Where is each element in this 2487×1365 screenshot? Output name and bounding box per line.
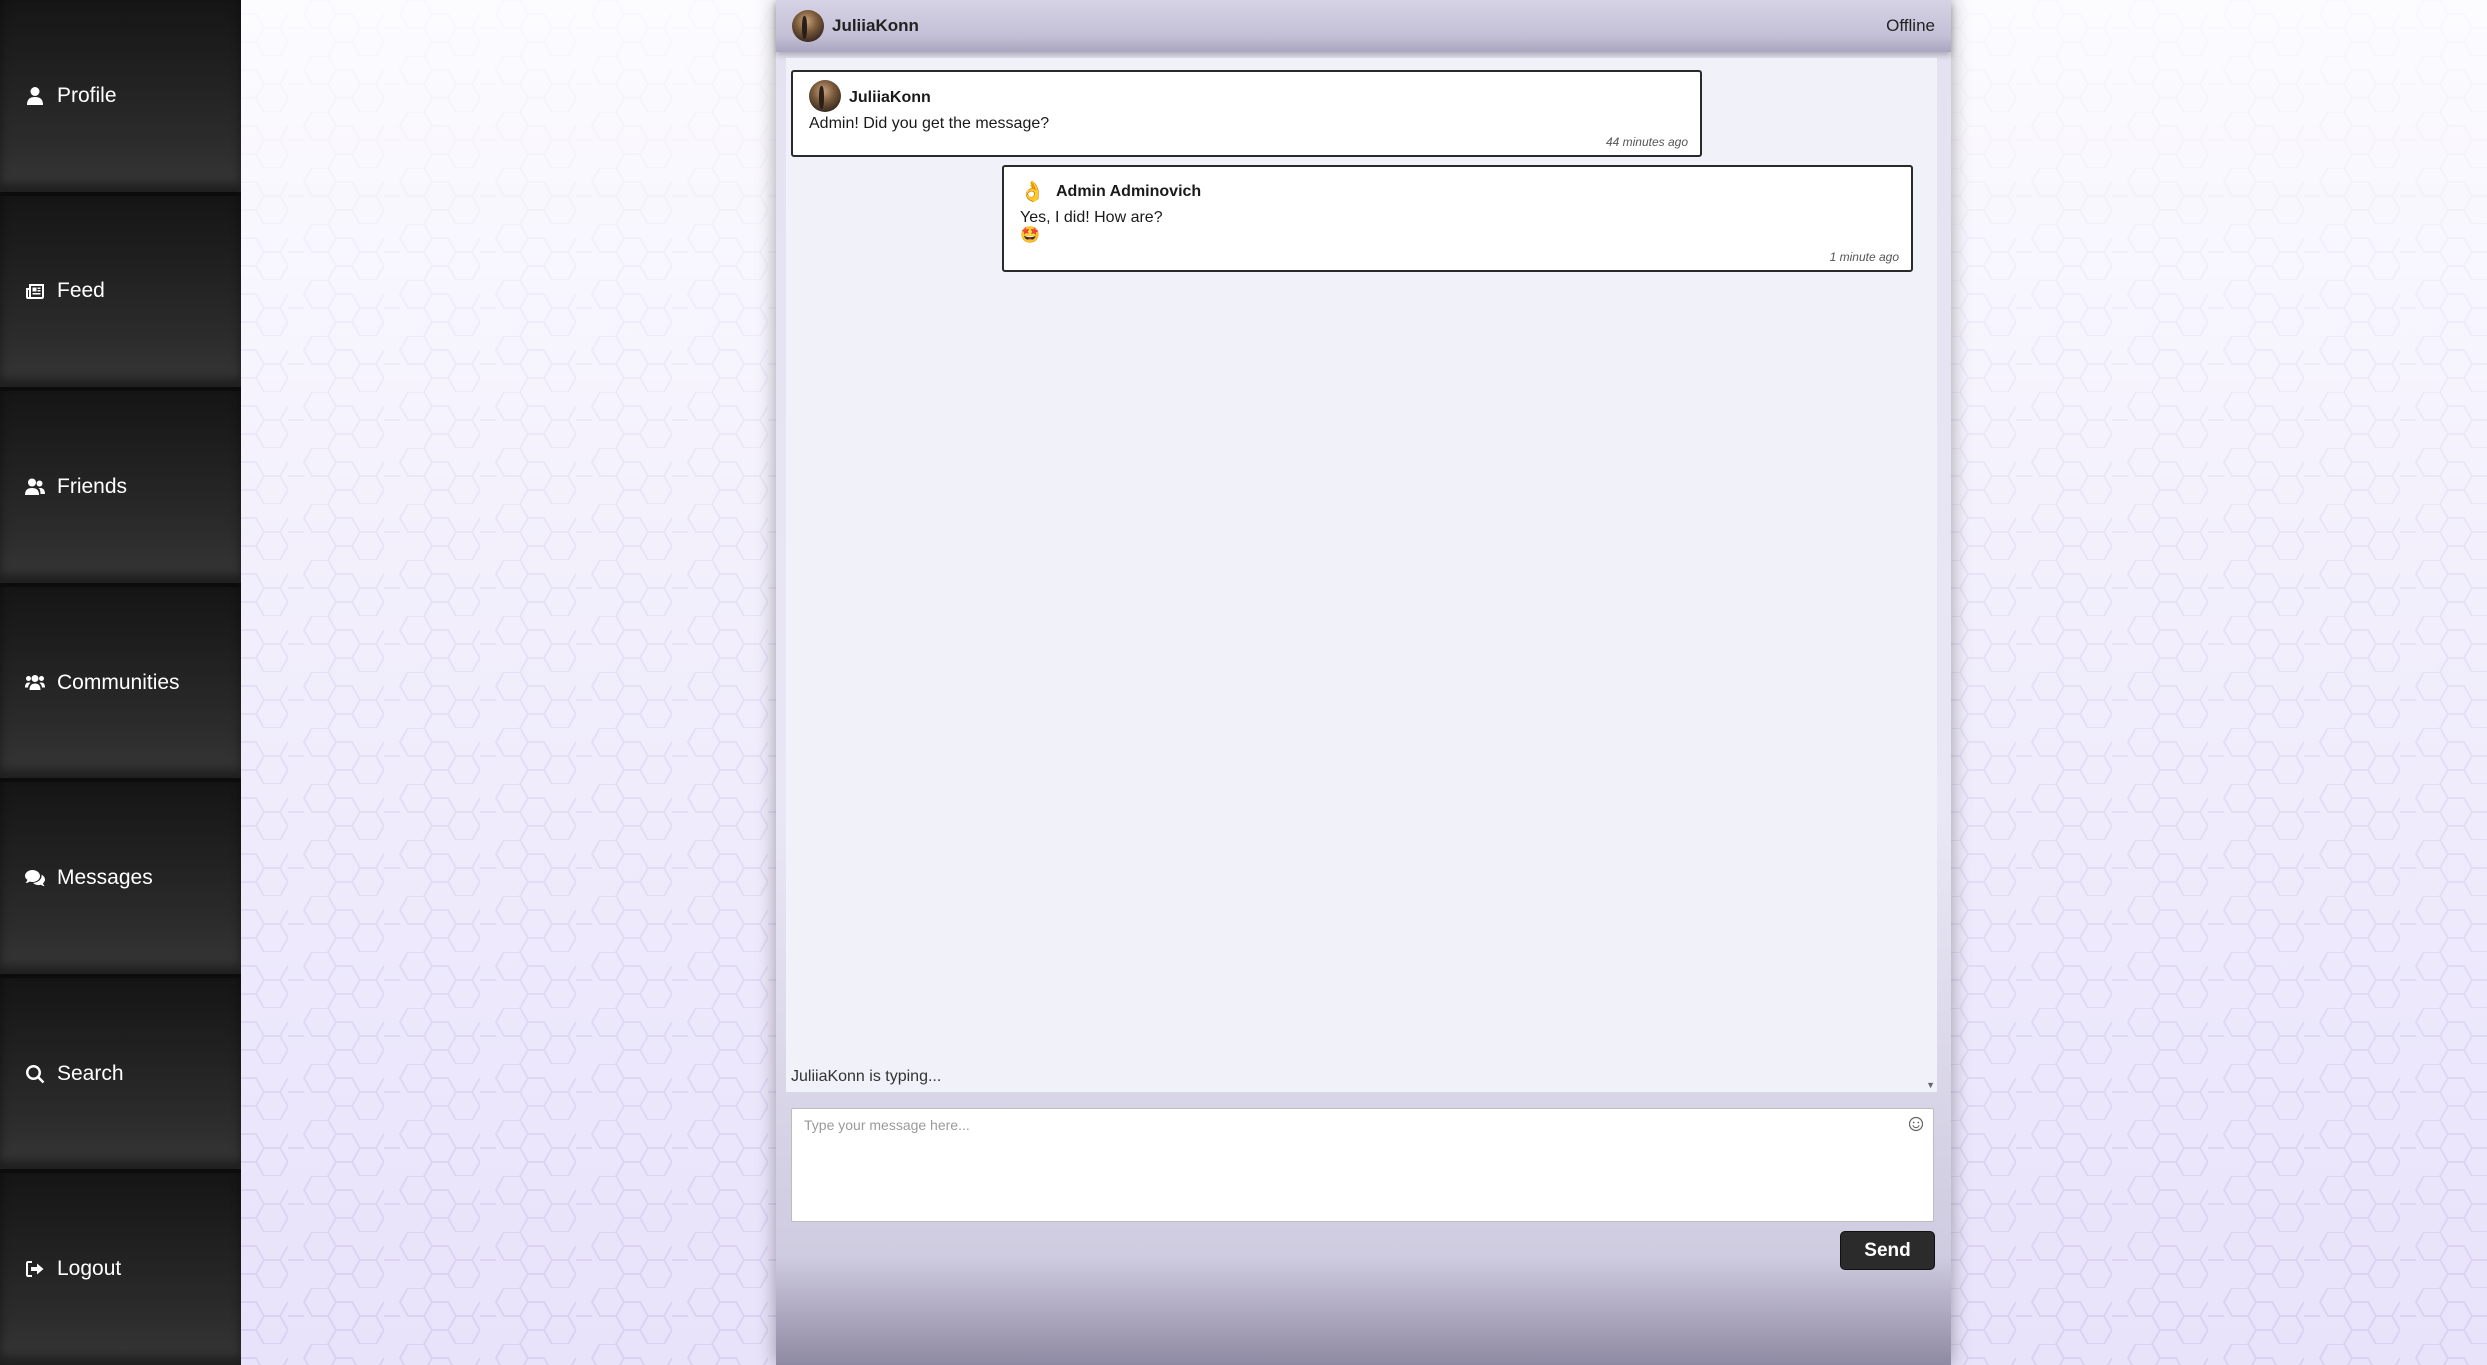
sidebar-item-label: Friends [57,474,128,498]
comments-icon [24,867,46,889]
avatar[interactable] [792,10,824,42]
message-author[interactable]: JuliiaKonn [849,89,931,107]
user-icon [24,85,46,107]
chat-header: JuliiaKonn Offline [776,0,1951,52]
sidebar: Profile Feed Friends Communities Message… [0,0,241,1365]
sidebar-item-logout[interactable]: Logout [0,1173,241,1365]
compose-box [791,1108,1934,1222]
message-author[interactable]: Admin Adminovich [1056,183,1201,201]
sidebar-item-feed[interactable]: Feed [0,195,241,392]
user-friends-icon [24,476,46,498]
messages-area[interactable]: JuliiaKonn Admin! Did you get the messag… [786,58,1937,1092]
chat-contact-name[interactable]: JuliiaKonn [832,16,919,36]
message-emoji: 🤩 [1020,227,1040,244]
typing-indicator: JuliiaKonn is typing... [791,1068,942,1085]
sidebar-item-messages[interactable]: Messages [0,782,241,978]
sidebar-item-label: Communities [57,670,180,694]
message-timestamp: 1 minute ago [1829,250,1899,264]
message-bubble: 👌 Admin Adminovich Yes, I did! How are? … [1002,165,1913,272]
search-icon [24,1063,46,1085]
message-text: Yes, I did! How are? [1020,209,1163,226]
users-group-icon [24,672,46,694]
message-bubble: JuliiaKonn Admin! Did you get the messag… [791,70,1702,157]
scroll-down-arrow-icon[interactable]: ▼ [1926,1080,1935,1090]
message-timestamp: 44 minutes ago [1605,135,1688,149]
emoji-picker-icon[interactable] [1907,1115,1925,1133]
logout-icon [24,1258,46,1280]
message-text: Admin! Did you get the message? [809,115,1050,132]
message-input[interactable] [792,1109,1933,1221]
contact-status: Offline [1886,16,1935,35]
sidebar-item-label: Profile [57,83,117,107]
sidebar-item-label: Search [57,1061,124,1085]
message-header: JuliiaKonn [809,80,1686,112]
sidebar-item-friends[interactable]: Friends [0,391,241,587]
sidebar-item-label: Logout [57,1257,122,1281]
ok-hand-avatar[interactable]: 👌 [1020,179,1048,204]
sidebar-item-profile[interactable]: Profile [0,0,241,196]
sidebar-item-search[interactable]: Search [0,977,241,1174]
avatar[interactable] [809,80,841,112]
send-button[interactable]: Send [1840,1231,1935,1270]
sidebar-item-label: Feed [57,279,105,303]
chat-panel: JuliiaKonn Offline JuliiaKonn Admin! Did… [776,0,1951,1365]
sidebar-item-communities[interactable]: Communities [0,586,241,783]
sidebar-item-label: Messages [57,866,153,890]
message-header: 👌 Admin Adminovich [1020,179,1897,204]
newspaper-icon [24,280,46,302]
